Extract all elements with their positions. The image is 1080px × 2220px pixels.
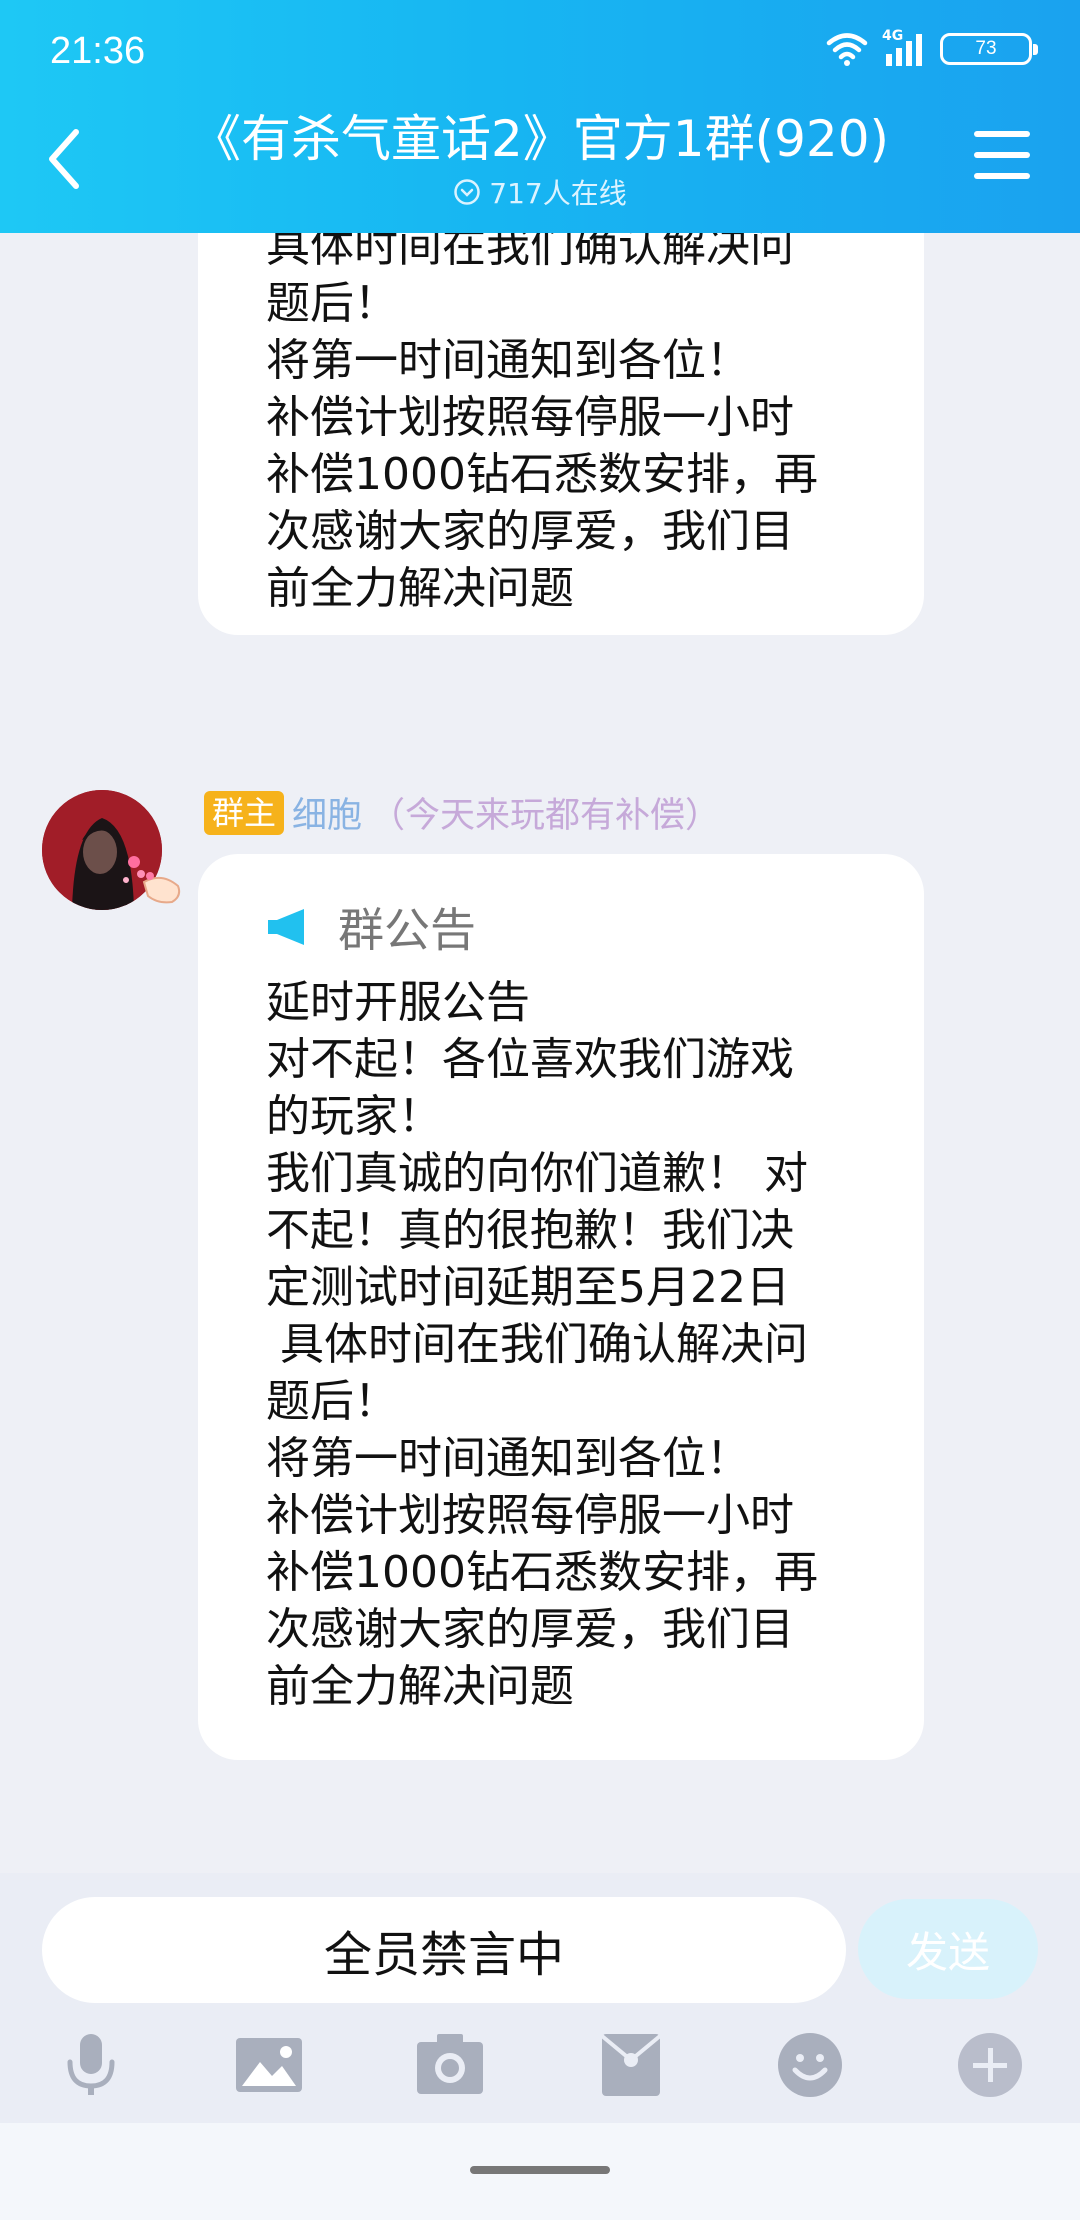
plus-icon <box>958 2033 1022 2097</box>
more-button[interactable] <box>955 2030 1025 2100</box>
hand-decoration-icon <box>142 872 181 904</box>
status-time: 21:36 <box>50 30 146 72</box>
menu-icon-line <box>974 173 1030 179</box>
online-count: 717人在线 <box>0 172 1080 212</box>
red-packet-button[interactable] <box>596 2030 666 2100</box>
red-packet-icon <box>600 2034 662 2096</box>
image-icon <box>236 2038 302 2092</box>
sender-name-row: 群主 细胞 （今天来玩都有补偿） <box>204 787 720 838</box>
status-icons: 4G 73 <box>826 28 1038 66</box>
send-button[interactable]: 发送 <box>858 1899 1038 1999</box>
input-bar: 全员禁言中 发送 <box>0 1873 1080 2123</box>
online-count-text: 717人在线 <box>489 177 627 210</box>
owner-badge: 群主 <box>204 790 285 835</box>
emoji-button[interactable] <box>775 2030 845 2100</box>
home-indicator[interactable] <box>470 2166 610 2174</box>
emoji-icon <box>778 2033 842 2097</box>
system-nav-area <box>0 2123 1080 2220</box>
battery-level: 73 <box>975 38 997 59</box>
image-button[interactable] <box>234 2030 304 2100</box>
signal-icon: 4G <box>882 28 926 66</box>
sender-name[interactable]: 细胞 <box>292 787 362 838</box>
camera-icon <box>417 2034 483 2094</box>
megaphone-icon <box>268 909 304 945</box>
menu-icon-line <box>974 152 1030 158</box>
announcement-text: 延时开服公告 对不起！各位喜欢我们游戏 的玩家！ 我们真诚的向你们道歉！ 对 不… <box>266 977 818 1712</box>
sender-title: （今天来玩都有补偿） <box>370 796 721 836</box>
voice-button[interactable] <box>56 2030 126 2100</box>
announcement-bubble[interactable]: 群公告 延时开服公告 对不起！各位喜欢我们游戏 的玩家！ 我们真诚的向你们道歉！… <box>198 854 924 1760</box>
message-input-disabled: 全员禁言中 <box>42 1897 846 2003</box>
header-bar: 21:36 4G 73 《有杀气童话2》官方1群(920) 717人在线 <box>0 0 1080 233</box>
microphone-icon <box>67 2034 115 2095</box>
menu-button[interactable] <box>974 131 1030 181</box>
wifi-icon <box>826 33 868 66</box>
announcement-header: 群公告 <box>266 894 476 960</box>
message-text: 具体时间在我们确认解决问 题后！ 将第一时间通知到各位！ 补偿计划按照每停服一小… <box>266 221 818 614</box>
menu-icon-line <box>974 131 1030 137</box>
group-title[interactable]: 《有杀气童话2》官方1群(920) <box>0 104 1080 174</box>
battery-indicator: 73 <box>940 33 1038 65</box>
chevron-circle-icon <box>454 179 481 205</box>
announcement-label: 群公告 <box>338 903 476 957</box>
camera-button[interactable] <box>415 2030 485 2100</box>
